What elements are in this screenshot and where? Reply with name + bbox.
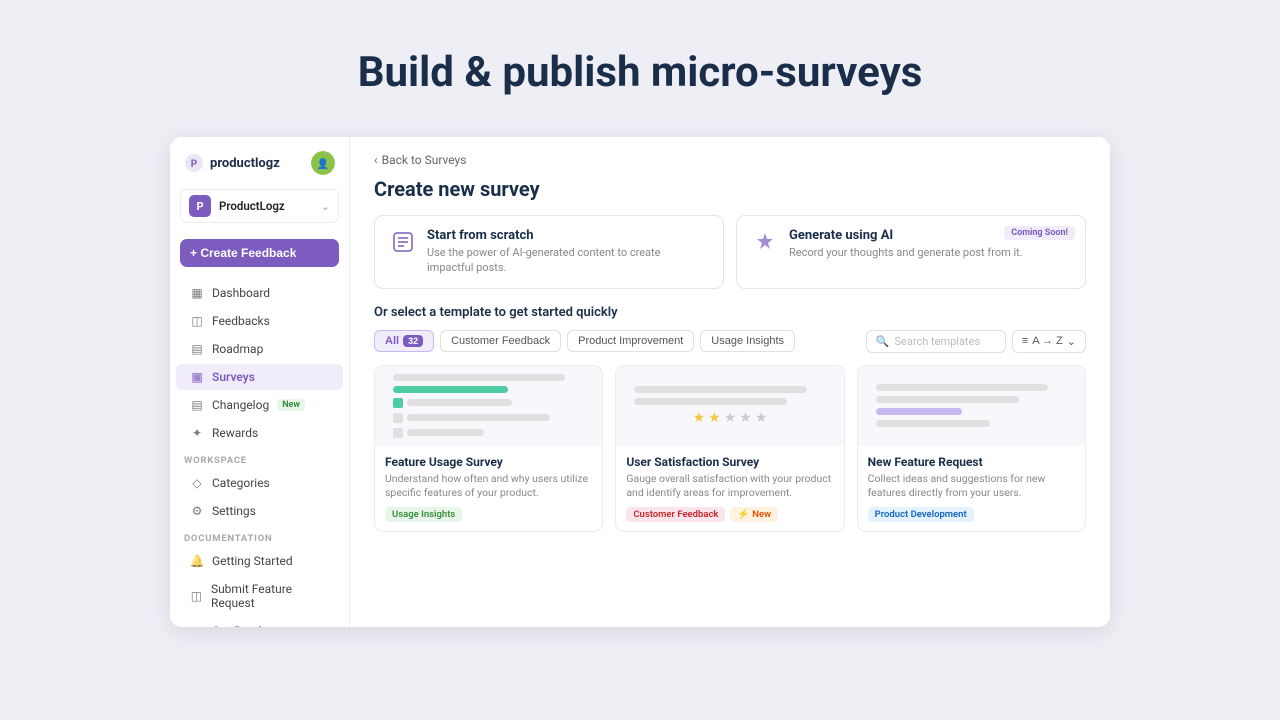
nav-item-categories[interactable]: ◇ Categories bbox=[176, 470, 343, 496]
template-info-new-feature: New Feature Request Collect ideas and su… bbox=[858, 446, 1085, 531]
sidebar: P productlogz 👤 P ProductLogz ⌄ + Create… bbox=[170, 137, 350, 627]
template-preview-feature-usage bbox=[375, 366, 602, 446]
preview-bars-satisfaction: ★ ★ ★ ★ ★ bbox=[626, 380, 833, 432]
template-tags-satisfaction: Customer Feedback ⚡ New bbox=[626, 507, 833, 522]
template-info-feature-usage: Feature Usage Survey Understand how ofte… bbox=[375, 446, 602, 531]
nav-item-feedbacks[interactable]: ◫ Feedbacks bbox=[176, 308, 343, 334]
filter-usage-button[interactable]: Usage Insights bbox=[700, 330, 795, 352]
surveys-icon: ▣ bbox=[190, 370, 204, 384]
tag-product-development: Product Development bbox=[868, 507, 974, 522]
stars-row: ★ ★ ★ ★ ★ bbox=[634, 410, 825, 426]
feedbacks-icon: ◫ bbox=[190, 314, 204, 328]
filter-product-button[interactable]: Product Improvement bbox=[567, 330, 694, 352]
app-window: P productlogz 👤 P ProductLogz ⌄ + Create… bbox=[170, 137, 1110, 627]
template-card-feature-usage[interactable]: Feature Usage Survey Understand how ofte… bbox=[374, 365, 603, 532]
hero-title: Build & publish micro-surveys bbox=[358, 48, 923, 97]
template-grid: Feature Usage Survey Understand how ofte… bbox=[374, 365, 1086, 532]
star-4: ★ bbox=[739, 410, 752, 426]
roadmap-icon: ▤ bbox=[190, 342, 204, 356]
template-tags-new-feature: Product Development bbox=[868, 507, 1075, 522]
star-3: ★ bbox=[724, 410, 737, 426]
workspace-name: ProductLogz bbox=[219, 199, 313, 213]
logo-icon: P bbox=[184, 153, 204, 173]
star-2: ★ bbox=[708, 410, 721, 426]
template-filters: All 32 Customer Feedback Product Improve… bbox=[374, 330, 1086, 353]
ai-icon bbox=[751, 228, 779, 256]
main-content: ‹ Back to Surveys Create new survey Star… bbox=[350, 137, 1110, 627]
generate-ai-card[interactable]: Generate using AI Record your thoughts a… bbox=[736, 215, 1086, 289]
nav-item-rewards[interactable]: ✦ Rewards bbox=[176, 420, 343, 446]
tag-customer-feedback: Customer Feedback bbox=[626, 507, 725, 522]
nav-item-getting-started[interactable]: 🔔 Getting Started bbox=[176, 548, 343, 574]
our-roadmap-icon: ◫ bbox=[190, 624, 204, 627]
changelog-new-badge: New bbox=[277, 399, 305, 411]
template-section-title: Or select a template to get started quic… bbox=[374, 305, 1086, 320]
star-1: ★ bbox=[693, 410, 706, 426]
bell-icon: 🔔 bbox=[190, 554, 204, 568]
coming-soon-badge: Coming Soon! bbox=[1004, 226, 1075, 240]
template-preview-satisfaction: ★ ★ ★ ★ ★ bbox=[616, 366, 843, 446]
scratch-icon bbox=[389, 228, 417, 256]
nav-item-dashboard[interactable]: ▦ Dashboard bbox=[176, 280, 343, 306]
template-tags-feature: Usage Insights bbox=[385, 507, 592, 522]
categories-icon: ◇ bbox=[190, 476, 204, 490]
search-templates-input[interactable]: 🔍 Search templates bbox=[866, 330, 1006, 353]
tag-new: ⚡ New bbox=[730, 507, 778, 522]
create-options: Start from scratch Use the power of AI-g… bbox=[374, 215, 1086, 289]
svg-text:👤: 👤 bbox=[317, 157, 329, 170]
workspace-section-label: WORKSPACE bbox=[170, 447, 349, 469]
template-card-new-feature[interactable]: New Feature Request Collect ideas and su… bbox=[857, 365, 1086, 532]
nav-item-our-roadmap[interactable]: ◫ Our Roadmap bbox=[176, 618, 343, 627]
changelog-icon: ▤ bbox=[190, 398, 204, 412]
logo-text: productlogz bbox=[210, 156, 280, 171]
preview-bars-feature bbox=[385, 368, 592, 444]
ai-text: Generate using AI Record your thoughts a… bbox=[789, 228, 1023, 260]
filter-customer-button[interactable]: Customer Feedback bbox=[440, 330, 561, 352]
sort-button[interactable]: ≡ A → Z ⌄ bbox=[1012, 330, 1086, 353]
rewards-icon: ✦ bbox=[190, 426, 204, 440]
chevron-left-icon: ‹ bbox=[374, 153, 378, 167]
sort-chevron-icon: ⌄ bbox=[1067, 335, 1076, 348]
settings-icon: ⚙ bbox=[190, 504, 204, 518]
nav-item-changelog[interactable]: ▤ Changelog New bbox=[176, 392, 343, 418]
page-title: Create new survey bbox=[374, 177, 1086, 201]
template-info-satisfaction: User Satisfaction Survey Gauge overall s… bbox=[616, 446, 843, 531]
submit-icon: ◫ bbox=[190, 589, 203, 603]
workspace-selector[interactable]: P ProductLogz ⌄ bbox=[180, 189, 339, 223]
scratch-text: Start from scratch Use the power of AI-g… bbox=[427, 228, 709, 276]
workspace-icon: P bbox=[189, 195, 211, 217]
sort-icon: ≡ bbox=[1022, 335, 1028, 347]
start-from-scratch-card[interactable]: Start from scratch Use the power of AI-g… bbox=[374, 215, 724, 289]
template-preview-new-feature bbox=[858, 366, 1085, 446]
sidebar-logo: P productlogz 👤 bbox=[170, 151, 349, 185]
filter-all-count: 32 bbox=[403, 335, 423, 347]
nav-item-settings[interactable]: ⚙ Settings bbox=[176, 498, 343, 524]
tag-usage-insights: Usage Insights bbox=[385, 507, 462, 522]
search-icon: 🔍 bbox=[876, 335, 890, 348]
template-card-user-satisfaction[interactable]: ★ ★ ★ ★ ★ User Satisfaction Survey Gauge… bbox=[615, 365, 844, 532]
star-5: ★ bbox=[755, 410, 768, 426]
dashboard-icon: ▦ bbox=[190, 286, 204, 300]
chevron-down-icon: ⌄ bbox=[321, 200, 330, 213]
nav-item-submit-feature[interactable]: ◫ Submit Feature Request bbox=[176, 576, 343, 616]
create-feedback-button[interactable]: + Create Feedback bbox=[180, 239, 339, 267]
svg-text:P: P bbox=[191, 159, 198, 170]
nav-item-roadmap[interactable]: ▤ Roadmap bbox=[176, 336, 343, 362]
preview-bars-new-feature bbox=[868, 378, 1075, 433]
docs-section-label: DOCUMENTATION bbox=[170, 525, 349, 547]
back-to-surveys-link[interactable]: ‹ Back to Surveys bbox=[374, 153, 1086, 167]
nav-item-surveys[interactable]: ▣ Surveys bbox=[176, 364, 343, 390]
filter-all-button[interactable]: All 32 bbox=[374, 330, 434, 352]
avatar: 👤 bbox=[311, 151, 335, 175]
